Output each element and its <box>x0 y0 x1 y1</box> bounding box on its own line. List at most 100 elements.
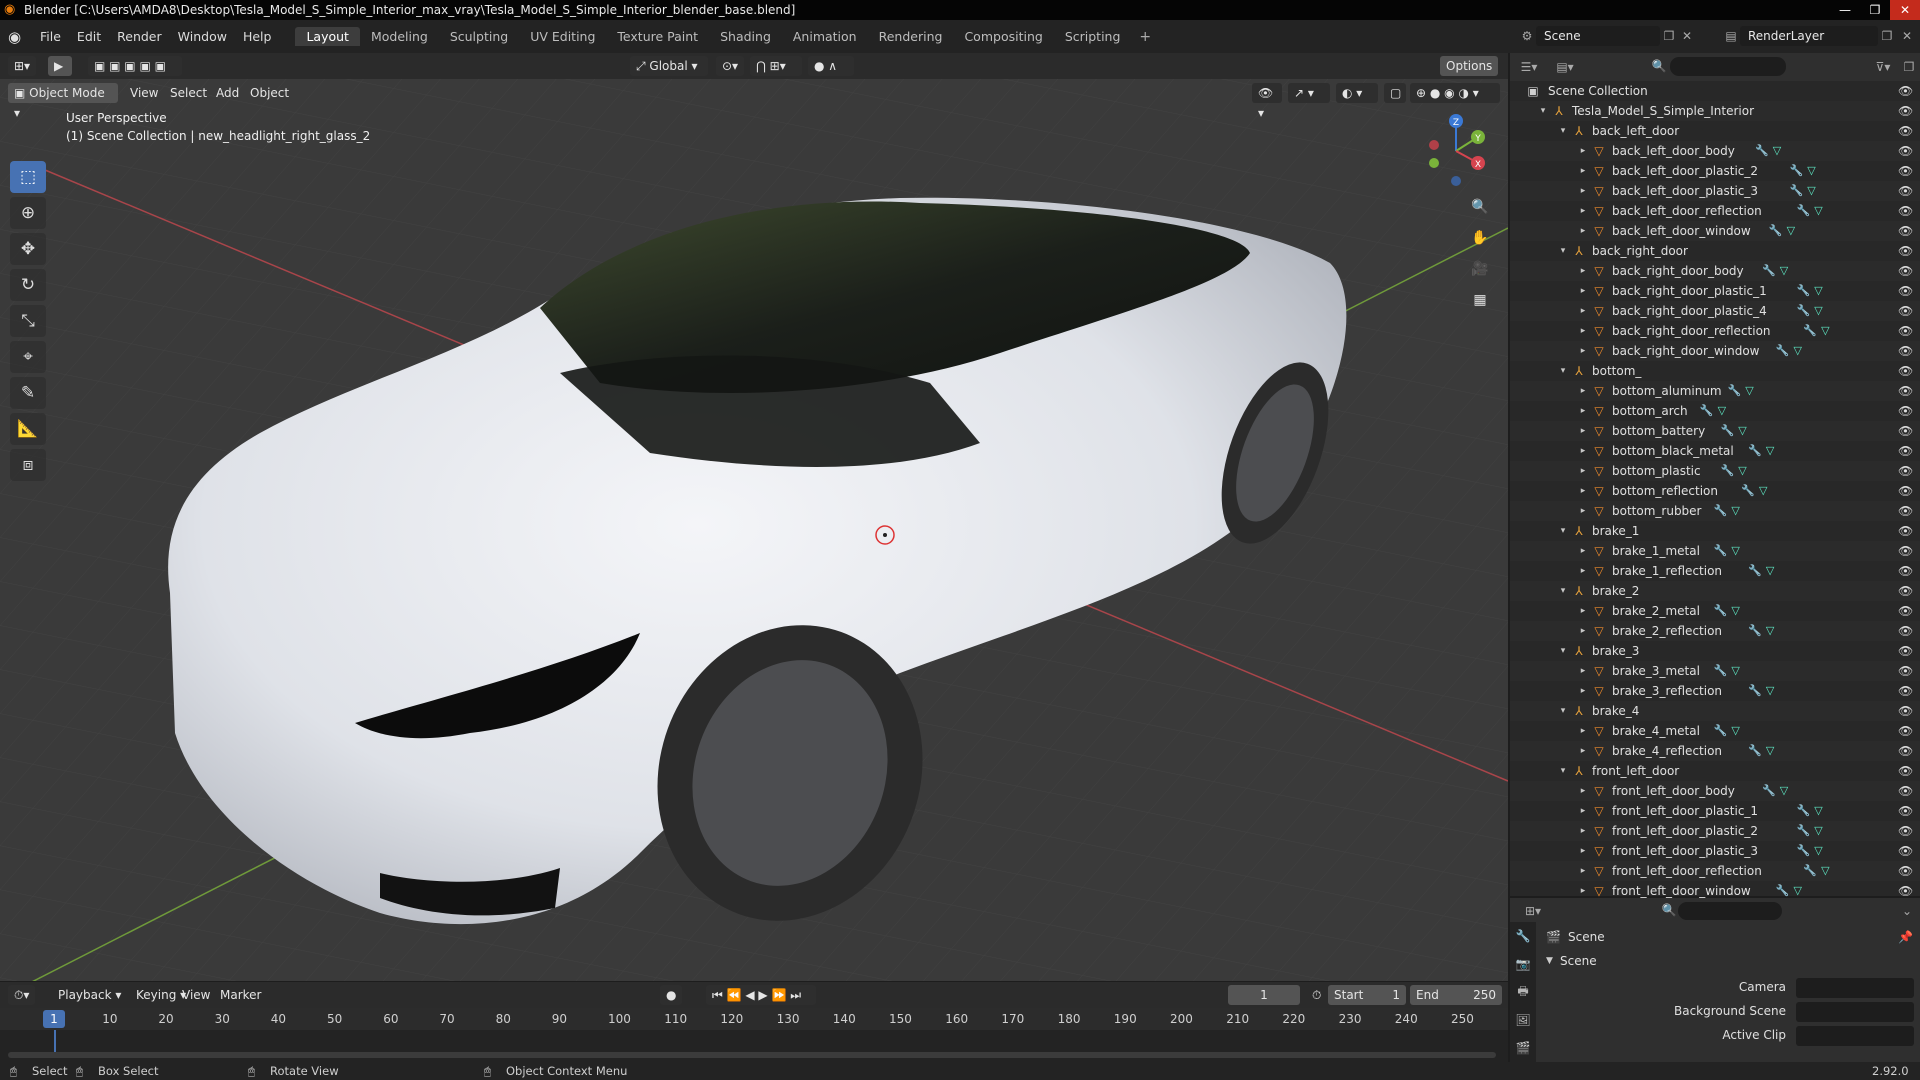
visibility-eye-icon[interactable]: 👁 <box>1898 461 1913 481</box>
visibility-eye-icon[interactable]: 👁 <box>1898 601 1913 621</box>
outliner-root-row[interactable]: ▣ Scene Collection 👁 <box>1510 81 1920 101</box>
visibility-eye-icon[interactable]: 👁 <box>1898 241 1913 261</box>
mode-dropdown[interactable]: ▣ Object Mode ▾ <box>8 83 118 120</box>
rotate-tool-icon[interactable]: ↻ <box>10 269 46 301</box>
close-button[interactable]: ✕ <box>1890 0 1920 20</box>
mesh-data-icon[interactable]: ▽ <box>1807 184 1815 197</box>
collapse-arrow-icon[interactable]: ▾ <box>1558 701 1568 721</box>
render-layer-icon[interactable]: ▤ <box>1722 27 1740 45</box>
visibility-eye-icon[interactable]: 👁 <box>1898 641 1913 661</box>
modifier-icons[interactable]: 🔧 ▽ <box>1714 601 1740 621</box>
menu-render[interactable]: Render <box>109 29 170 44</box>
visibility-eye-icon[interactable]: 👁 <box>1898 861 1913 881</box>
mesh-data-icon[interactable]: ▽ <box>1766 744 1774 757</box>
background-scene-field[interactable] <box>1796 1002 1914 1022</box>
modifier-icons[interactable]: 🔧 ▽ <box>1741 481 1767 501</box>
outliner-mesh-row[interactable]: ▸ ▽ back_right_door_body 🔧 ▽ 👁 <box>1510 261 1920 281</box>
record-icon[interactable]: ● <box>660 985 682 1005</box>
expand-arrow-icon[interactable]: ▸ <box>1578 821 1588 841</box>
new-scene-icon[interactable]: ❐ <box>1660 27 1678 45</box>
menu-marker[interactable]: Marker <box>214 985 267 1005</box>
mesh-data-icon[interactable]: ▽ <box>1814 824 1822 837</box>
visibility-eye-icon[interactable]: 👁 <box>1898 801 1913 821</box>
modifier-icons[interactable]: 🔧 ▽ <box>1714 541 1740 561</box>
modifier-icons[interactable]: 🔧 ▽ <box>1721 421 1747 441</box>
menu-window[interactable]: Window <box>170 29 235 44</box>
timeline-ruler[interactable]: 1 10 20 30 40 50 60 70 80 90 100 110 120 130 140 150 16… <box>0 1008 1508 1030</box>
modifier-wrench-icon[interactable]: 🔧 <box>1769 224 1783 237</box>
mesh-data-icon[interactable]: ▽ <box>1731 544 1739 557</box>
mesh-data-icon[interactable]: ▽ <box>1807 164 1815 177</box>
expand-arrow-icon[interactable]: ▸ <box>1578 621 1588 641</box>
ortho-grid-icon[interactable]: ▦ <box>1466 286 1494 314</box>
modifier-icons[interactable]: 🔧 ▽ <box>1714 721 1740 741</box>
expand-arrow-icon[interactable]: ▸ <box>1578 501 1588 521</box>
proportional-edit-icon[interactable]: ● ∧ <box>808 56 854 76</box>
mesh-data-icon[interactable]: ▽ <box>1718 404 1726 417</box>
timeline-track-area[interactable] <box>0 1030 1508 1062</box>
outliner-mesh-row[interactable]: ▸ ▽ bottom_plastic 🔧 ▽ 👁 <box>1510 461 1920 481</box>
mesh-data-icon[interactable]: ▽ <box>1766 624 1774 637</box>
minimize-button[interactable]: — <box>1830 0 1860 20</box>
visibility-eye-icon[interactable]: 👁 <box>1898 181 1913 201</box>
visibility-eye-icon[interactable]: 👁 <box>1898 821 1913 841</box>
modifier-wrench-icon[interactable]: 🔧 <box>1797 844 1811 857</box>
panel-collapse-icon[interactable]: ▼ <box>1546 956 1553 966</box>
select-tool-icon[interactable]: ▶ <box>48 56 72 76</box>
outliner-mesh-row[interactable]: ▸ ▽ brake_1_reflection 🔧 ▽ 👁 <box>1510 561 1920 581</box>
mesh-data-icon[interactable]: ▽ <box>1794 884 1802 897</box>
outliner-mesh-row[interactable]: ▸ ▽ back_left_door_window 🔧 ▽ 👁 <box>1510 221 1920 241</box>
expand-arrow-icon[interactable]: ▸ <box>1578 841 1588 861</box>
collapse-arrow-icon[interactable]: ▾ <box>1558 761 1568 781</box>
gizmo-icon[interactable]: ↗ ▾ <box>1288 83 1330 103</box>
outliner-empty-row[interactable]: ▾ ⅄ Tesla_Model_S_Simple_Interior 👁 <box>1510 101 1920 121</box>
outliner-empty-row[interactable]: ▾ ⅄ back_right_door 👁 <box>1510 241 1920 261</box>
maximize-button[interactable]: ❐ <box>1860 0 1890 20</box>
modifier-icons[interactable]: 🔧 ▽ <box>1748 621 1774 641</box>
modifier-icons[interactable]: 🔧 ▽ <box>1790 161 1816 181</box>
modifier-wrench-icon[interactable]: 🔧 <box>1721 424 1735 437</box>
render-tab-icon[interactable]: 📷 <box>1510 950 1536 978</box>
expand-arrow-icon[interactable]: ▸ <box>1578 321 1588 341</box>
expand-arrow-icon[interactable]: ▸ <box>1578 801 1588 821</box>
mesh-data-icon[interactable]: ▽ <box>1766 564 1774 577</box>
visibility-eye-icon[interactable]: 👁 <box>1898 221 1913 241</box>
modifier-icons[interactable]: 🔧 ▽ <box>1700 401 1726 421</box>
modifier-wrench-icon[interactable]: 🔧 <box>1755 144 1769 157</box>
modifier-wrench-icon[interactable]: 🔧 <box>1714 604 1728 617</box>
modifier-icons[interactable]: 🔧 ▽ <box>1797 821 1823 841</box>
tab-shading[interactable]: Shading <box>709 27 782 46</box>
menu-object[interactable]: Object <box>244 83 295 103</box>
menu-add[interactable]: Add <box>210 83 245 103</box>
expand-arrow-icon[interactable]: ▸ <box>1578 681 1588 701</box>
visibility-eye-icon[interactable]: 👁 <box>1898 161 1913 181</box>
properties-editor-icon[interactable]: ⊞▾ <box>1524 902 1542 920</box>
visibility-eye-icon[interactable]: 👁 <box>1898 761 1913 781</box>
modifier-icons[interactable]: 🔧 ▽ <box>1762 781 1788 801</box>
pin-icon[interactable]: 📌 <box>1898 930 1913 944</box>
visibility-eye-icon[interactable]: 👁 <box>1898 381 1913 401</box>
camera-field[interactable] <box>1796 978 1914 998</box>
output-tab-icon[interactable]: 🖶 <box>1510 978 1536 1006</box>
visibility-eye-icon[interactable]: 👁 <box>1898 141 1913 161</box>
outliner-editor-icon[interactable]: ☰▾ <box>1520 58 1538 76</box>
visibility-eye-icon[interactable]: 👁 <box>1898 581 1913 601</box>
modifier-wrench-icon[interactable]: 🔧 <box>1797 284 1811 297</box>
expand-arrow-icon[interactable]: ▸ <box>1578 221 1588 241</box>
select-box-tool-icon[interactable]: ⬚ <box>10 161 46 193</box>
expand-arrow-icon[interactable]: ▸ <box>1578 181 1588 201</box>
tab-texture-paint[interactable]: Texture Paint <box>606 27 709 46</box>
visibility-eye-icon[interactable]: 👁 <box>1898 301 1913 321</box>
add-cube-tool-icon[interactable]: ⧈ <box>10 449 46 481</box>
visibility-eye-icon[interactable]: 👁 <box>1898 741 1913 761</box>
modifier-icons[interactable]: 🔧 ▽ <box>1776 341 1802 361</box>
modifier-icons[interactable]: 🔧 ▽ <box>1748 741 1774 761</box>
snap-icon[interactable]: ⋂ ⊞▾ <box>750 56 802 76</box>
filter-icon[interactable]: ⊽▾ <box>1874 58 1892 76</box>
annotate-tool-icon[interactable]: ✎ <box>10 377 46 409</box>
outliner-mesh-row[interactable]: ▸ ▽ front_left_door_plastic_1 🔧 ▽ 👁 <box>1510 801 1920 821</box>
move-tool-icon[interactable]: ✥ <box>10 233 46 265</box>
outliner-mesh-row[interactable]: ▸ ▽ brake_3_metal 🔧 ▽ 👁 <box>1510 661 1920 681</box>
visibility-eye-icon[interactable]: 👁 <box>1898 321 1913 341</box>
mesh-data-icon[interactable]: ▽ <box>1814 304 1822 317</box>
